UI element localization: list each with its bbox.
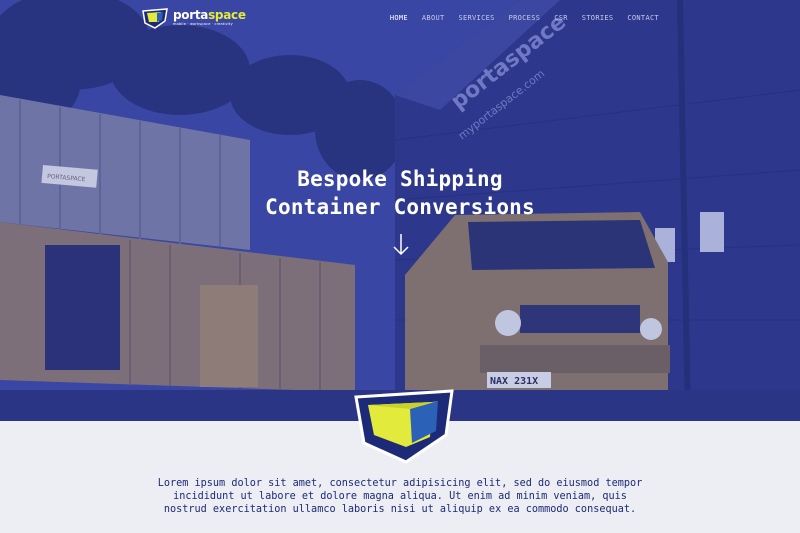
hero-title-line-2: Container Conversions bbox=[265, 195, 535, 219]
logo-cube-icon bbox=[142, 8, 168, 29]
intro-paragraph: Lorem ipsum dolor sit amet, consectetur … bbox=[157, 478, 643, 515]
nav-link-process[interactable]: PROCESS bbox=[509, 14, 541, 22]
van-number-plate: NAX 231X bbox=[490, 376, 538, 387]
hero-section: portaspace myportaspace.com PORTASPACE N… bbox=[0, 0, 800, 421]
scroll-down-arrow-icon[interactable] bbox=[393, 233, 409, 257]
logo-tagline: mobile · workspace · creativity bbox=[173, 22, 233, 27]
nav-link-about[interactable]: ABOUT bbox=[422, 14, 445, 22]
shield-cube-badge-icon bbox=[354, 389, 454, 464]
logo-wordmark: portaspace bbox=[173, 8, 246, 23]
nav-link-contact[interactable]: CONTACT bbox=[627, 14, 659, 22]
hero-title: Bespoke Shipping Container Conversions bbox=[0, 165, 800, 221]
nav-link-home[interactable]: HOME bbox=[390, 14, 408, 22]
portaspace-logo[interactable]: portaspace mobile · workspace · creativi… bbox=[141, 7, 246, 29]
main-navigation: HOME ABOUT SERVICES PROCESS CSR STORIES … bbox=[390, 14, 659, 22]
nav-link-csr[interactable]: CSR bbox=[554, 14, 568, 22]
nav-link-stories[interactable]: STORIES bbox=[582, 14, 614, 22]
nav-link-services[interactable]: SERVICES bbox=[459, 14, 495, 22]
hero-title-line-1: Bespoke Shipping bbox=[297, 167, 503, 191]
